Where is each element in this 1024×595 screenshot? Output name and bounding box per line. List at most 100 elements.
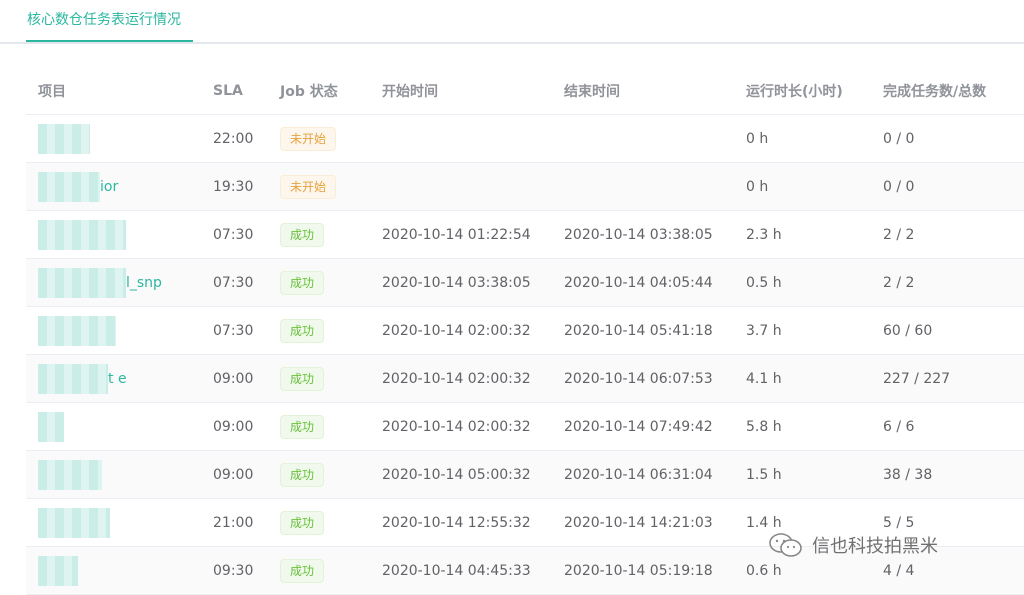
project-link[interactable] — [38, 459, 102, 490]
cell-sla: 09:30 — [201, 546, 268, 595]
status-badge: 未开始 — [280, 126, 337, 151]
redacted-blur — [38, 123, 90, 154]
cell-end-time: 2020-10-14 14:21:03 — [552, 498, 734, 547]
project-link[interactable] — [38, 411, 64, 442]
cell-duration: 0 h — [734, 114, 871, 163]
project-link[interactable]: t e — [38, 363, 127, 394]
status-badge: 成功 — [280, 462, 325, 487]
table-row[interactable]: 07:30 成功 2020-10-14 02:00:32 2020-10-14 05:… — [26, 306, 1024, 355]
tab-core-dw-jobs[interactable]: 核心数仓任务表运行情况 — [27, 9, 181, 29]
status-badge: 成功 — [280, 558, 325, 583]
cell-end-time: 2020-10-14 05:41:18 — [552, 306, 734, 355]
cell-end-time: 2020-10-14 03:38:05 — [552, 210, 734, 259]
cell-project[interactable] — [26, 210, 201, 259]
tab-active-indicator — [26, 40, 193, 42]
column-header-duration[interactable]: 运行时长(小时) — [734, 67, 871, 115]
cell-project[interactable]: t e — [26, 354, 201, 403]
wechat-icon — [769, 533, 802, 557]
cell-status: 成功 — [268, 354, 370, 403]
project-link[interactable] — [38, 123, 90, 154]
cell-sla: 09:00 — [201, 354, 268, 403]
project-link[interactable] — [38, 507, 110, 538]
cell-project[interactable] — [26, 402, 201, 451]
cell-project[interactable] — [26, 306, 201, 355]
tab-bar: 核心数仓任务表运行情况 — [0, 0, 1024, 44]
column-header-start-time[interactable]: 开始时间 — [370, 67, 552, 115]
cell-duration: 3.7 h — [734, 306, 871, 355]
cell-duration: 5.8 h — [734, 402, 871, 451]
cell-end-time: 2020-10-14 04:05:44 — [552, 258, 734, 307]
cell-start-time: 2020-10-14 02:00:32 — [370, 306, 552, 355]
status-badge: 成功 — [280, 510, 325, 535]
cell-sla: 21:00 — [201, 498, 268, 547]
redacted-blur — [38, 459, 102, 490]
status-badge: 成功 — [280, 222, 325, 247]
redacted-blur — [38, 555, 78, 586]
table-header-row: 项目 SLA Job 状态 开始时间 结束时间 运行时长(小时) 完成任务数/总… — [26, 67, 1024, 115]
table-row[interactable]: 09:00 成功 2020-10-14 02:00:32 2020-10-14 07:… — [26, 402, 1024, 451]
cell-status: 成功 — [268, 306, 370, 355]
cell-project[interactable] — [26, 450, 201, 499]
cell-sla: 19:30 — [201, 162, 268, 211]
column-header-tasks[interactable]: 完成任务数/总数 — [871, 67, 1024, 115]
cell-start-time: 2020-10-14 02:00:32 — [370, 354, 552, 403]
cell-tasks: 6 / 6 — [871, 402, 1024, 451]
cell-end-time: 2020-10-14 06:07:53 — [552, 354, 734, 403]
cell-duration: 4.1 h — [734, 354, 871, 403]
redacted-blur — [38, 507, 110, 538]
cell-tasks: 38 / 38 — [871, 450, 1024, 499]
status-badge: 成功 — [280, 318, 325, 343]
table-row[interactable]: 22:00 未开始 0 h0 / 0 — [26, 114, 1024, 163]
table-row[interactable]: 09:00 成功 2020-10-14 05:00:32 2020-10-14 06:… — [26, 450, 1024, 499]
project-link[interactable]: ior — [38, 171, 118, 202]
cell-sla: 22:00 — [201, 114, 268, 163]
redacted-blur — [38, 219, 126, 250]
table-row[interactable]: 07:30 成功 2020-10-14 01:22:54 2020-10-14 03:… — [26, 210, 1024, 259]
status-badge: 成功 — [280, 366, 325, 391]
cell-status: 成功 — [268, 498, 370, 547]
column-header-sla[interactable]: SLA — [201, 67, 268, 115]
redacted-blur — [38, 171, 100, 202]
cell-end-time: 2020-10-14 06:31:04 — [552, 450, 734, 499]
table-row[interactable]: ior 19:30 未开始 0 h0 / 0 — [26, 162, 1024, 211]
cell-sla: 09:00 — [201, 402, 268, 451]
cell-status: 成功 — [268, 402, 370, 451]
cell-status: 成功 — [268, 258, 370, 307]
cell-sla: 09:00 — [201, 450, 268, 499]
cell-project[interactable] — [26, 114, 201, 163]
cell-tasks: 227 / 227 — [871, 354, 1024, 403]
cell-project[interactable]: ior — [26, 162, 201, 211]
cell-start-time: 2020-10-14 05:00:32 — [370, 450, 552, 499]
job-table: 项目 SLA Job 状态 开始时间 结束时间 运行时长(小时) 完成任务数/总… — [26, 67, 1024, 595]
project-link[interactable] — [38, 555, 78, 586]
redacted-blur — [38, 411, 64, 442]
cell-duration: 0.5 h — [734, 258, 871, 307]
cell-end-time: 2020-10-14 07:49:42 — [552, 402, 734, 451]
column-header-project[interactable]: 项目 — [26, 67, 201, 115]
cell-project[interactable] — [26, 546, 201, 595]
cell-project[interactable] — [26, 498, 201, 547]
project-link[interactable] — [38, 219, 126, 250]
redacted-blur — [38, 267, 126, 298]
cell-end-time — [552, 162, 734, 211]
table-row[interactable]: t e 09:00 成功 2020-10-14 02:00:32 2020-10-14 … — [26, 354, 1024, 403]
cell-start-time: 2020-10-14 12:55:32 — [370, 498, 552, 547]
watermark-text: 信也科技拍黑米 — [812, 536, 938, 557]
column-header-job-status[interactable]: Job 状态 — [268, 67, 370, 115]
project-link[interactable]: l_snp — [38, 267, 162, 298]
cell-status: 成功 — [268, 210, 370, 259]
status-badge: 成功 — [280, 414, 325, 439]
cell-project[interactable]: l_snp — [26, 258, 201, 307]
cell-duration: 1.5 h — [734, 450, 871, 499]
status-badge: 未开始 — [280, 174, 337, 199]
cell-start-time — [370, 114, 552, 163]
redacted-blur — [38, 363, 108, 394]
table-row[interactable]: l_snp 07:30 成功 2020-10-14 03:38:05 2020-10-1… — [26, 258, 1024, 307]
project-link[interactable] — [38, 315, 116, 346]
cell-tasks: 2 / 2 — [871, 210, 1024, 259]
column-header-end-time[interactable]: 结束时间 — [552, 67, 734, 115]
cell-start-time: 2020-10-14 01:22:54 — [370, 210, 552, 259]
cell-end-time — [552, 114, 734, 163]
cell-sla: 07:30 — [201, 258, 268, 307]
cell-tasks: 2 / 2 — [871, 258, 1024, 307]
